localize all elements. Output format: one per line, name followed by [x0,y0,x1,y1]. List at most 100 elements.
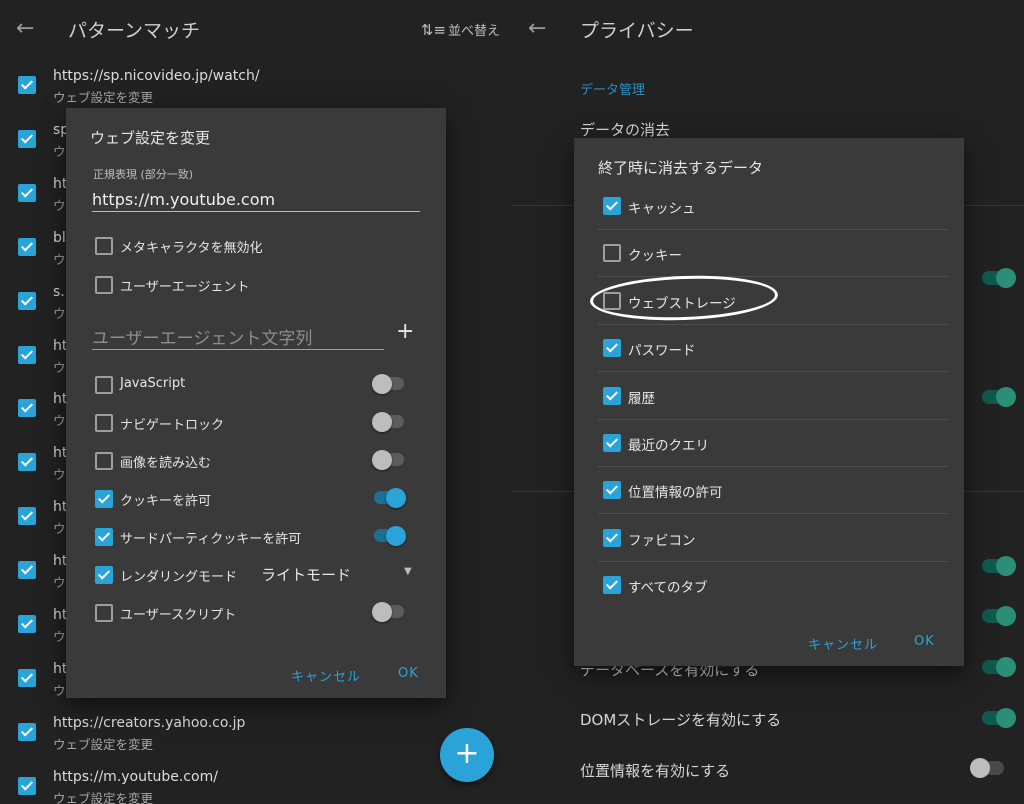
pattern-url: https://creators.yahoo.co.jp [53,714,246,731]
option-label: JavaScript [120,376,186,391]
item-checkbox[interactable] [18,129,36,148]
checkbox[interactable] [603,576,621,595]
pattern-action: ウ [53,305,66,321]
pattern-url: https://sp.nicovideo.jp/watch/ [53,68,260,84]
setting-switch[interactable] [980,268,1016,288]
checkbox[interactable] [603,386,621,405]
cancel-button[interactable]: キャンセル [808,634,878,653]
list-item[interactable]: https://m.youtube.com/ウェブ設定を変更 [0,761,512,804]
add-pattern-button[interactable]: + [440,728,494,782]
list-item[interactable]: https://creators.yahoo.co.jp ウェブ設定を変更 [0,707,512,761]
checkbox[interactable] [603,434,621,452]
clear-data-option[interactable]: クッキー [598,229,948,278]
ok-button[interactable]: OK [398,666,419,681]
checkbox[interactable] [603,244,621,263]
back-arrow-icon[interactable]: ← [528,17,552,41]
setting-switch[interactable] [980,606,1016,626]
checkbox[interactable] [95,237,113,255]
item-checkbox[interactable] [18,399,36,418]
pattern-action: ウェブ設定を変更 [53,736,154,752]
dropdown-arrow-icon[interactable]: ▼ [404,566,412,577]
pattern-match-screen: ← パターンマッチ ⇅≡ 並べ替え https://sp.nicovideo.jp… [0,0,512,804]
item-checkbox[interactable] [18,345,36,364]
option-toggle[interactable] [372,374,406,394]
option-toggle[interactable] [372,488,406,508]
option-label: クッキーを許可 [120,494,212,509]
checkbox[interactable] [95,276,113,294]
pattern-action: ウェブ設定を変更 [53,90,154,105]
sort-icon: ⇅≡ [420,21,446,39]
item-checkbox[interactable] [18,237,36,256]
checkbox[interactable] [95,528,113,546]
clear-data-option[interactable]: 位置情報の許可 [598,466,948,515]
option-label: サードパーティクッキーを許可 [120,532,302,547]
item-checkbox[interactable] [18,615,36,633]
pattern-action: ウ [53,143,66,159]
checkbox[interactable] [603,339,621,358]
checkbox[interactable] [95,376,113,394]
user-agent-option[interactable]: ユーザーエージェント [94,270,424,300]
checkbox[interactable] [603,197,621,215]
ok-button[interactable]: OK [914,634,935,649]
checkbox[interactable] [95,566,113,584]
item-checkbox[interactable] [18,776,36,795]
pattern-action: ウ [53,359,66,375]
option-label: ユーザースクリプト [120,608,237,623]
option-label: すべてのタブ [628,580,708,597]
checkbox[interactable] [95,452,113,470]
pattern-action: ウ [53,467,66,483]
checkbox[interactable] [603,528,621,547]
option-toggle[interactable] [372,526,406,546]
clear-data-option[interactable]: 履歴 [598,372,948,420]
user-script-toggle[interactable] [372,602,406,622]
location-switch[interactable] [970,758,1006,778]
option-label: キャッシュ [628,201,696,217]
checkbox[interactable] [95,604,113,622]
add-icon[interactable]: + [396,319,414,344]
option-toggle[interactable] [372,450,406,470]
item-checkbox[interactable] [18,507,36,526]
setting-switch[interactable] [980,387,1016,407]
clear-data-option[interactable]: すべてのタブ [598,561,948,608]
clear-data-option[interactable]: ファビコン [598,514,948,562]
option-label: ファビコン [628,532,696,549]
dialog-title: ウェブ設定を変更 [90,129,211,147]
item-checkbox[interactable] [18,722,36,741]
sort-button[interactable]: ⇅≡ 並べ替え [421,20,500,39]
item-checkbox[interactable] [18,291,36,310]
item-checkbox[interactable] [18,183,36,202]
option-toggle[interactable] [372,412,406,432]
setting-switch[interactable] [980,556,1016,576]
clear-data-item[interactable]: データの消去 [580,119,670,140]
page-title: プライバシー [580,20,694,42]
sort-label: 並べ替え [447,24,500,39]
regex-input-underline [92,211,420,212]
user-agent-input[interactable]: ユーザーエージェント文字列 [92,324,312,349]
item-checkbox[interactable] [18,561,36,580]
render-mode-option[interactable]: レンダリングモード [94,560,424,590]
cancel-button[interactable]: キャンセル [291,666,361,685]
list-item[interactable]: https://sp.nicovideo.jp/watch/ウェブ設定を変更 [0,60,512,114]
item-checkbox[interactable] [18,668,36,687]
dom-storage-switch[interactable] [980,708,1016,728]
render-mode-select[interactable]: ライトモード [261,564,351,585]
checkbox[interactable] [95,414,113,432]
clear-data-option[interactable]: キャッシュ [598,182,948,230]
disable-metachar-option[interactable]: メタキャラクタを無効化 [94,231,424,261]
pattern-action: ウ [53,575,66,591]
page-title: パターンマッチ [68,20,201,42]
clear-data-option[interactable]: パスワード [598,324,948,373]
clear-data-option[interactable]: 最近のクエリ [598,419,948,467]
checkbox[interactable] [603,481,621,500]
checkbox[interactable] [95,490,113,508]
option-label: ユーザーエージェント [120,280,250,295]
database-switch[interactable] [980,657,1016,677]
option-label: 最近のクエリ [628,438,709,454]
web-settings-dialog: ウェブ設定を変更 正規表現 (部分一致) https://m.youtube.c… [66,108,446,698]
pattern-url: bl [53,229,66,246]
back-arrow-icon[interactable]: ← [16,17,40,41]
item-checkbox[interactable] [18,453,36,472]
item-checkbox[interactable] [18,76,36,94]
regex-input[interactable]: https://m.youtube.com [92,190,275,209]
pattern-action: ウ [53,251,66,267]
